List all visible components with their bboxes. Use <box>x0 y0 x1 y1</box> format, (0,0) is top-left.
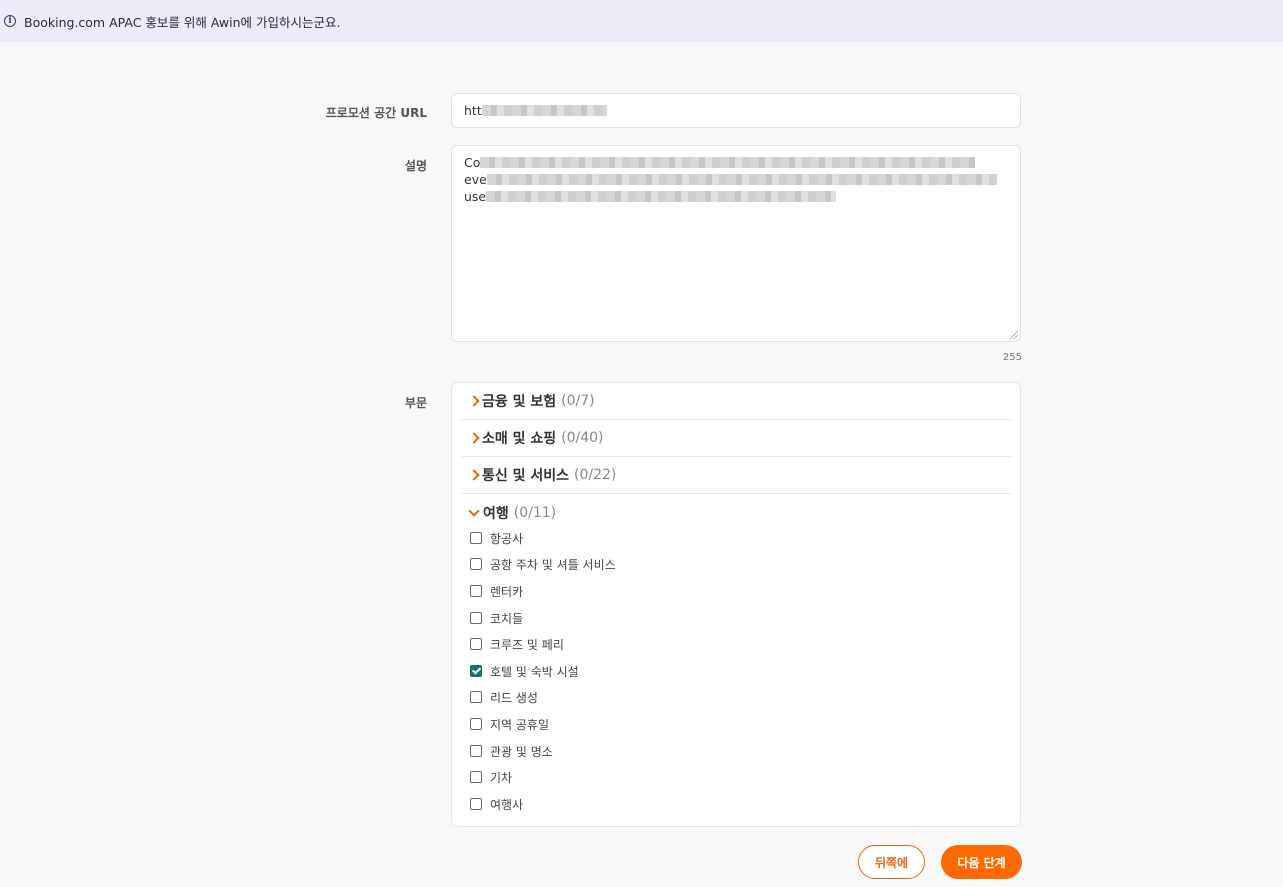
url-label: 프로모션 공간 URL <box>325 106 427 120</box>
sector-group-retail[interactable]: 소매 및 쇼핑 (0/40) <box>462 420 1011 457</box>
checkbox-hotels[interactable]: 호텔 및 숙박 시설 <box>470 661 579 681</box>
sector-label: 부문 <box>404 396 427 410</box>
chevron-down-icon <box>468 504 480 517</box>
redacted-text <box>486 191 837 202</box>
description-line: Co <box>464 154 1008 171</box>
sector-group-telecom[interactable]: 통신 및 서비스 (0/22) <box>462 457 1011 494</box>
chevron-right-icon <box>468 395 480 407</box>
checkbox[interactable] <box>470 798 482 810</box>
description-line: eve <box>464 171 1008 188</box>
checkbox[interactable] <box>470 691 482 703</box>
banner-text: Booking.com APAC 홍보를 위해 Awin에 가입하시는군요. <box>24 14 341 30</box>
checkbox-checked[interactable] <box>470 665 482 677</box>
checkbox-train[interactable]: 기차 <box>470 767 512 787</box>
checkbox-travel-agency[interactable]: 여행사 <box>470 794 523 814</box>
checkbox[interactable] <box>470 612 482 624</box>
checkbox-cruise-ferry[interactable]: 크루즈 및 페리 <box>470 634 564 654</box>
checkbox-car-rental[interactable]: 렌터카 <box>470 581 523 601</box>
chevron-right-icon <box>468 469 480 481</box>
checkbox-coaches[interactable]: 코치들 <box>470 608 523 628</box>
redacted-text <box>486 174 997 185</box>
description-textarea[interactable]: Co eve use <box>451 145 1021 342</box>
url-value: htt <box>464 103 482 118</box>
info-icon: i <box>4 15 16 27</box>
checkbox[interactable] <box>470 718 482 730</box>
checkbox[interactable] <box>470 585 482 597</box>
checkbox[interactable] <box>470 771 482 783</box>
redacted-text <box>480 157 976 168</box>
checkbox-local-holidays[interactable]: 지역 공휴일 <box>470 714 549 734</box>
chevron-right-icon <box>468 432 480 444</box>
checkbox-tourism[interactable]: 관광 및 명소 <box>470 741 553 761</box>
checkbox-lead-generation[interactable]: 리드 생성 <box>470 687 538 707</box>
checkbox[interactable] <box>470 558 482 570</box>
url-input[interactable]: htt <box>451 93 1021 128</box>
sector-group-finance[interactable]: 금융 및 보험 (0/7) <box>462 383 1011 420</box>
info-banner: i Booking.com APAC 홍보를 위해 Awin에 가입하시는군요. <box>0 0 1283 42</box>
sector-panel: 금융 및 보험 (0/7) 소매 및 쇼핑 (0/40) 통신 및 서비스 (0… <box>451 382 1021 827</box>
description-label: 설명 <box>404 159 427 173</box>
redacted-url <box>481 105 607 116</box>
description-line: use <box>464 188 1008 205</box>
checkbox[interactable] <box>470 638 482 650</box>
char-count: 255 <box>1002 352 1022 363</box>
sector-group-travel[interactable]: 여행 (0/11) <box>462 494 1011 531</box>
checkbox[interactable] <box>470 532 482 544</box>
next-step-button[interactable]: 다음 단계 <box>941 845 1022 879</box>
back-button[interactable]: 뒤쪽에 <box>858 845 925 879</box>
checkbox[interactable] <box>470 745 482 757</box>
checkbox-airport-parking[interactable]: 공항 주차 및 셔틀 서비스 <box>470 554 616 574</box>
resize-handle[interactable] <box>1010 331 1018 339</box>
checkbox-airline[interactable]: 항공사 <box>470 528 523 548</box>
